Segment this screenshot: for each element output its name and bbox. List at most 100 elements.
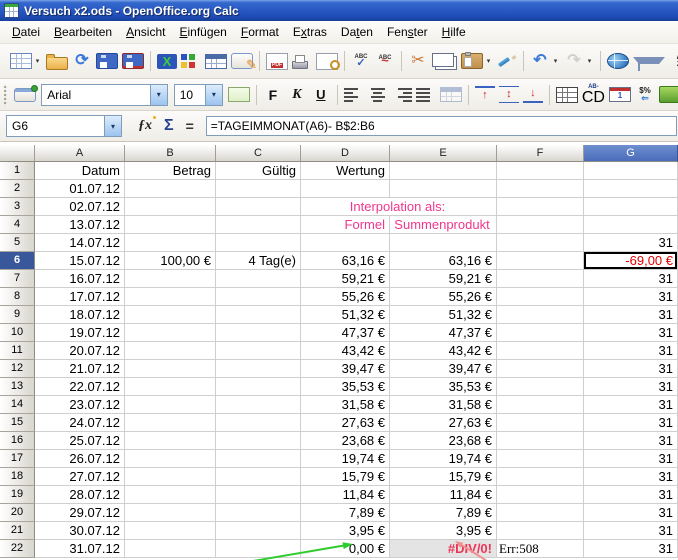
cell-F14[interactable] <box>497 396 584 414</box>
cell-G11[interactable]: 31 <box>584 342 678 360</box>
cell-D17[interactable]: 19,74 € <box>301 450 390 468</box>
excel-document-icon[interactable]: X <box>157 54 177 69</box>
cell-F20[interactable] <box>497 504 584 522</box>
cell-B22[interactable] <box>125 540 216 558</box>
cell-G1[interactable] <box>584 162 678 180</box>
menu-extras[interactable]: Extras <box>286 22 334 42</box>
cell-F13[interactable] <box>497 378 584 396</box>
copy-icon[interactable] <box>432 53 454 67</box>
cell-D16[interactable]: 23,68 € <box>301 432 390 450</box>
row-header-11[interactable]: 11 <box>0 342 35 360</box>
cell-B3[interactable] <box>125 198 216 216</box>
cell-A20[interactable]: 29.07.12 <box>35 504 125 522</box>
cell-D15[interactable]: 27,63 € <box>301 414 390 432</box>
cell-A16[interactable]: 25.07.12 <box>35 432 125 450</box>
cell-B1[interactable]: Betrag <box>125 162 216 180</box>
row-header-2[interactable]: 2 <box>0 180 35 198</box>
cell-F21[interactable] <box>497 522 584 540</box>
cell-A18[interactable]: 27.07.12 <box>35 468 125 486</box>
cell-C8[interactable] <box>216 288 301 306</box>
cell-C3[interactable] <box>216 198 301 216</box>
cell-G3[interactable] <box>584 198 678 216</box>
reload-icon[interactable]: ⟳ <box>72 51 92 71</box>
row-header-6[interactable]: 6 <box>0 252 35 270</box>
cell-B5[interactable] <box>125 234 216 252</box>
cell-F11[interactable] <box>497 342 584 360</box>
cell-D2[interactable] <box>301 180 390 198</box>
row-header-3[interactable]: 3 <box>0 198 35 216</box>
cell-E17[interactable]: 19,74 € <box>390 450 497 468</box>
align-right-icon[interactable] <box>392 87 412 102</box>
cell-G21[interactable]: 31 <box>584 522 678 540</box>
cell-G22[interactable]: 31 <box>584 540 678 558</box>
cell-A2[interactable]: 01.07.12 <box>35 180 125 198</box>
name-box-dropdown[interactable]: ▾ <box>104 116 121 136</box>
cell-G6[interactable]: -69,00 € <box>584 252 678 270</box>
cell-E9[interactable]: 51,32 € <box>390 306 497 324</box>
cell-G7[interactable]: 31 <box>584 270 678 288</box>
cell-E2[interactable] <box>390 180 497 198</box>
cell-B15[interactable] <box>125 414 216 432</box>
col-header-G[interactable]: G <box>584 145 678 162</box>
col-header-E[interactable]: E <box>390 145 497 162</box>
cell-A1[interactable]: Datum <box>35 162 125 180</box>
cell-B4[interactable] <box>125 216 216 234</box>
color-palette-icon[interactable] <box>181 54 201 68</box>
menu-fenster[interactable]: Fenster <box>380 22 435 42</box>
row-header-12[interactable]: 12 <box>0 360 35 378</box>
export-pdf-icon[interactable]: PDF <box>266 53 288 70</box>
row-header-13[interactable]: 13 <box>0 378 35 396</box>
cell-C22[interactable] <box>216 540 301 558</box>
row-header-4[interactable]: 4 <box>0 216 35 234</box>
new-document-icon[interactable] <box>10 53 32 69</box>
date-format-icon[interactable]: 1 <box>609 87 631 102</box>
cell-G18[interactable]: 31 <box>584 468 678 486</box>
title-bar[interactable]: Versuch x2.ods - OpenOffice.org Calc <box>0 0 678 21</box>
autofilter-icon[interactable] <box>633 57 665 64</box>
cell-G19[interactable]: 31 <box>584 486 678 504</box>
row-header-14[interactable]: 14 <box>0 396 35 414</box>
auto-spellcheck-icon[interactable]: ABC~ <box>375 51 395 71</box>
cell-F1[interactable] <box>497 162 584 180</box>
cell-G15[interactable]: 31 <box>584 414 678 432</box>
cell-G8[interactable]: 31 <box>584 288 678 306</box>
cell-B12[interactable] <box>125 360 216 378</box>
align-left-icon[interactable] <box>344 87 364 102</box>
cell-C13[interactable] <box>216 378 301 396</box>
cell-B16[interactable] <box>125 432 216 450</box>
cell-D22[interactable]: 0,00 € <box>301 540 390 558</box>
align-center-icon[interactable] <box>368 87 388 102</box>
sum-icon[interactable]: Σ <box>164 118 174 134</box>
redo-dropdown[interactable]: ▾ <box>585 57 594 65</box>
cell-C4[interactable] <box>216 216 301 234</box>
cell-B11[interactable] <box>125 342 216 360</box>
cell-G9[interactable]: 31 <box>584 306 678 324</box>
font-size-combo[interactable]: 10 ▾ <box>174 84 223 106</box>
cell-B2[interactable] <box>125 180 216 198</box>
align-bottom-icon[interactable]: ↓ <box>523 86 543 103</box>
cell-D7[interactable]: 59,21 € <box>301 270 390 288</box>
cell-B20[interactable] <box>125 504 216 522</box>
row-header-21[interactable]: 21 <box>0 522 35 540</box>
cell-C11[interactable] <box>216 342 301 360</box>
cell-C9[interactable] <box>216 306 301 324</box>
col-header-B[interactable]: B <box>125 145 216 162</box>
cell-F6[interactable] <box>497 252 584 270</box>
cell-F15[interactable] <box>497 414 584 432</box>
cell-A17[interactable]: 26.07.12 <box>35 450 125 468</box>
cell-E5[interactable] <box>390 234 497 252</box>
cell-G10[interactable]: 31 <box>584 324 678 342</box>
formula-input[interactable]: =TAGEIMMONAT(A6)- B$2:B6 <box>206 116 677 136</box>
cell-C14[interactable] <box>216 396 301 414</box>
col-header-C[interactable]: C <box>216 145 301 162</box>
cell-A10[interactable]: 19.07.12 <box>35 324 125 342</box>
cell-B7[interactable] <box>125 270 216 288</box>
cell-C7[interactable] <box>216 270 301 288</box>
cell-A15[interactable]: 24.07.12 <box>35 414 125 432</box>
cell-E11[interactable]: 43,42 € <box>390 342 497 360</box>
menu-hilfe[interactable]: Hilfe <box>435 22 473 42</box>
cell-A8[interactable]: 17.07.12 <box>35 288 125 306</box>
font-name-combo[interactable]: Arial ▾ <box>41 84 168 106</box>
font-name-dropdown[interactable]: ▾ <box>150 85 167 105</box>
document-icon[interactable] <box>228 87 250 102</box>
